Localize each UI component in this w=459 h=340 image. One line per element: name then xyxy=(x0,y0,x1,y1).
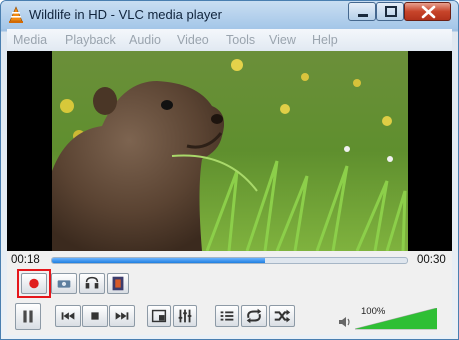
previous-button[interactable] xyxy=(55,305,81,327)
next-icon xyxy=(115,312,129,320)
frame-step-icon xyxy=(112,276,124,291)
extended-settings-icon xyxy=(178,309,192,323)
next-button[interactable] xyxy=(109,305,135,327)
close-icon xyxy=(421,5,436,19)
snapshot-button[interactable] xyxy=(51,273,77,294)
minimize-button[interactable] xyxy=(348,2,376,21)
menu-tools[interactable]: Tools xyxy=(226,33,255,47)
extended-settings-button[interactable] xyxy=(173,305,197,327)
previous-icon xyxy=(61,312,75,320)
frame-step-button[interactable] xyxy=(107,273,129,294)
volume-slider[interactable] xyxy=(355,308,437,330)
playlist-button[interactable] xyxy=(215,305,239,327)
menu-help[interactable]: Help xyxy=(312,33,338,47)
loop-ab-button[interactable] xyxy=(79,273,105,294)
window-title: Wildlife in HD - VLC media player xyxy=(29,7,222,22)
seek-progress xyxy=(52,258,265,263)
total-time: 00:30 xyxy=(417,254,446,266)
loop-icon xyxy=(246,308,262,324)
elapsed-time: 00:18 xyxy=(11,254,40,266)
menu-view[interactable]: View xyxy=(269,33,296,47)
maximize-icon xyxy=(385,6,397,17)
fullscreen-icon xyxy=(151,309,167,323)
shuffle-button[interactable] xyxy=(269,305,295,327)
playlist-icon xyxy=(220,311,234,321)
fullscreen-button[interactable] xyxy=(147,305,171,327)
seek-bar[interactable] xyxy=(51,257,408,264)
title-bar[interactable]: Wildlife in HD - VLC media player xyxy=(1,1,458,29)
controls-panel: 00:18 00:30 100% xyxy=(7,251,452,335)
close-button[interactable] xyxy=(404,2,451,21)
maximize-button[interactable] xyxy=(376,2,404,21)
snapshot-icon xyxy=(57,280,71,288)
loop-button[interactable] xyxy=(241,305,267,327)
record-button[interactable] xyxy=(21,273,47,294)
loop-ab-icon xyxy=(85,276,99,289)
record-icon xyxy=(29,278,39,289)
minimize-icon xyxy=(358,14,368,17)
shuffle-icon xyxy=(274,309,291,323)
pause-icon xyxy=(23,310,33,323)
speaker-icon[interactable] xyxy=(337,315,351,329)
stop-icon xyxy=(91,312,99,320)
video-frame xyxy=(52,51,408,251)
stop-button[interactable] xyxy=(82,305,108,327)
menu-video[interactable]: Video xyxy=(177,33,209,47)
pause-button[interactable] xyxy=(15,303,41,330)
menu-bar: Media Playback Audio Video Tools View He… xyxy=(7,29,452,51)
vlc-window: Wildlife in HD - VLC media player Media … xyxy=(0,0,459,340)
video-area[interactable] xyxy=(7,51,452,251)
menu-playback[interactable]: Playback xyxy=(65,33,116,47)
menu-audio[interactable]: Audio xyxy=(129,33,161,47)
vlc-cone-icon xyxy=(9,6,23,23)
menu-media[interactable]: Media xyxy=(13,33,47,47)
